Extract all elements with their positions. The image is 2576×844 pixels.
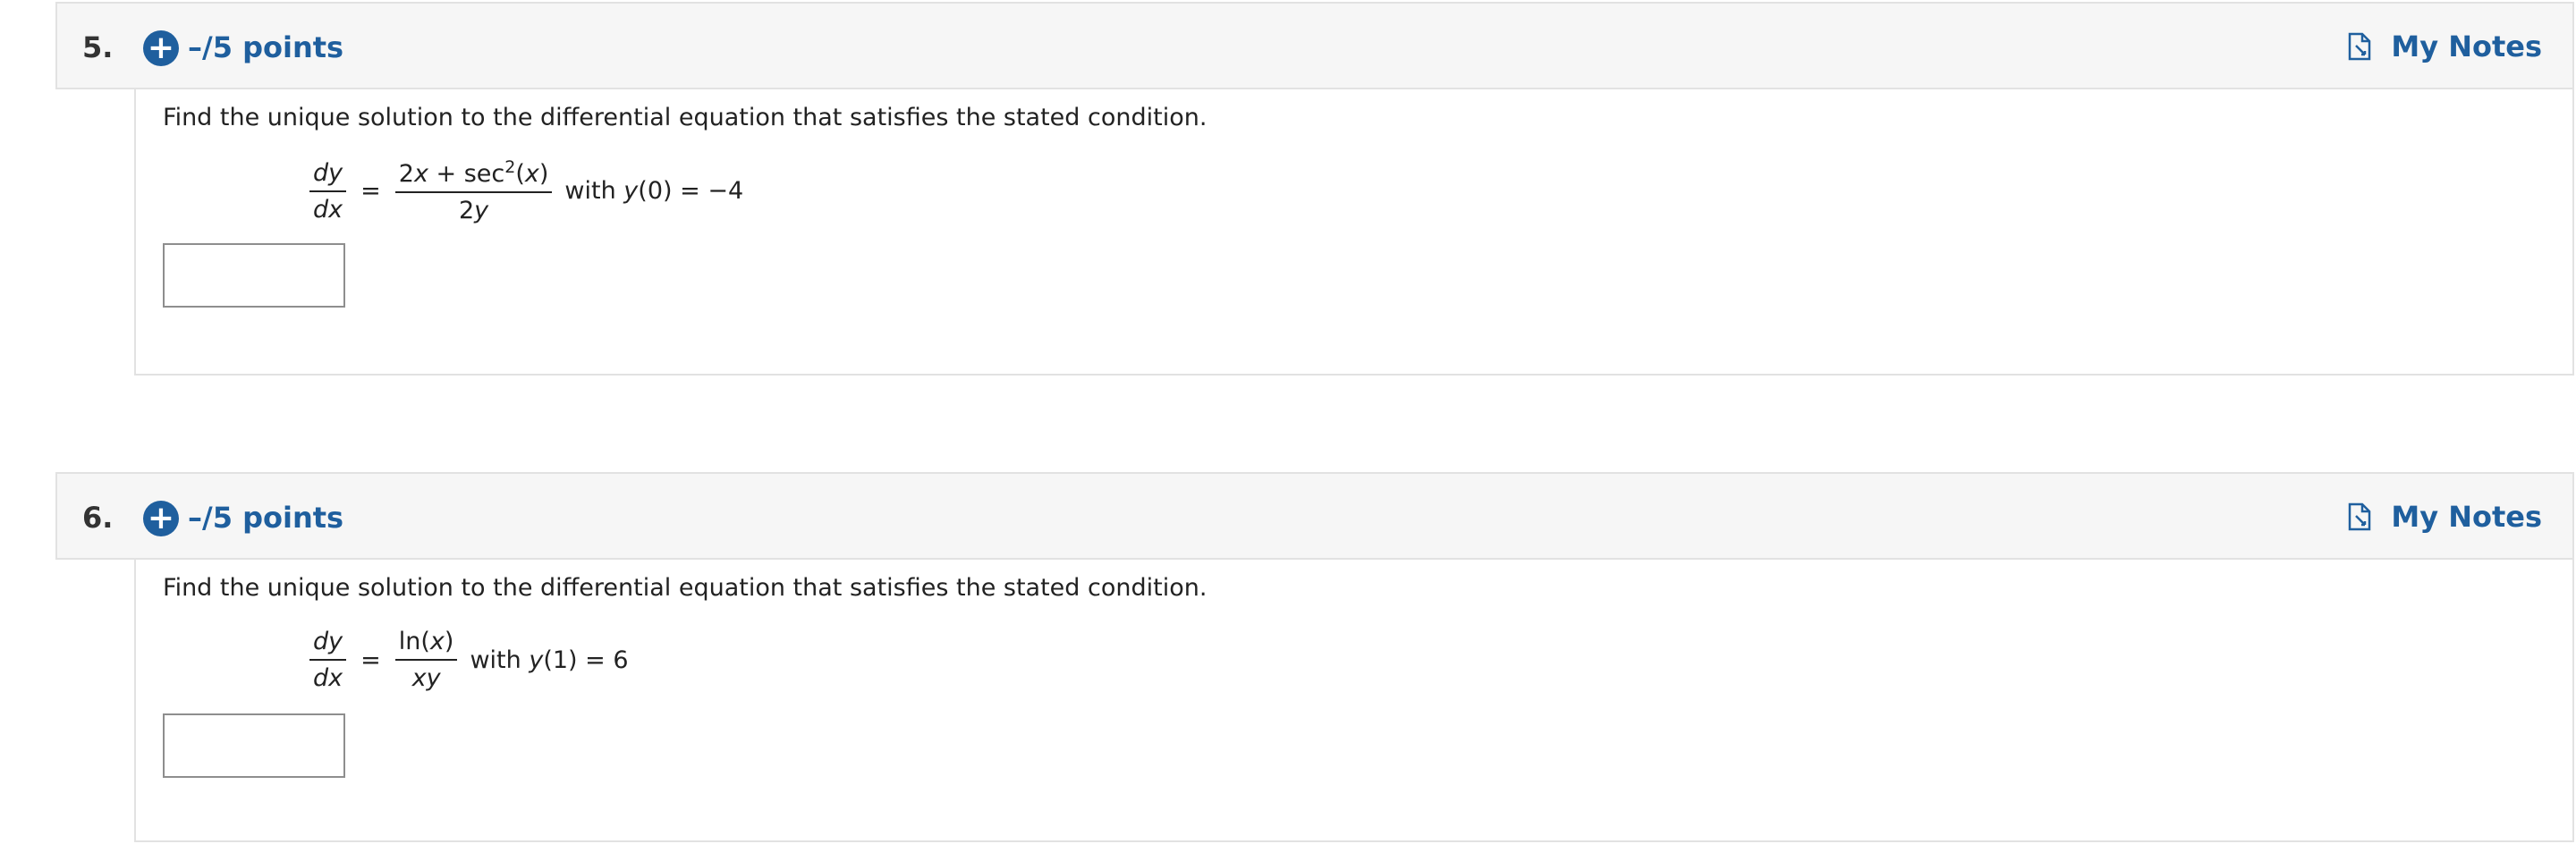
initial-condition: with y(1) = 6 <box>470 646 629 674</box>
rhs-fraction: 2x + sec2(x) 2y <box>394 157 553 224</box>
my-notes-button[interactable]: My Notes <box>2346 30 2542 63</box>
equals-sign: = <box>360 177 381 205</box>
points-link[interactable]: –/5 points <box>188 30 343 64</box>
note-document-icon <box>2349 32 2371 61</box>
question-header: 6. + –/5 points My Notes <box>55 472 2574 560</box>
lhs-fraction: dy dx <box>309 159 347 224</box>
lhs-fraction: dy dx <box>309 628 347 692</box>
rhs-fraction: ln(x) xy <box>394 628 458 692</box>
answer-input[interactable] <box>163 243 345 308</box>
question-prompt: Find the unique solution to the differen… <box>163 104 1208 131</box>
initial-condition: with y(0) = −4 <box>564 177 744 205</box>
rhs-numerator: ln(x) <box>394 628 458 661</box>
question-body: Find the unique solution to the differen… <box>134 89 2574 376</box>
my-notes-label: My Notes <box>2391 30 2542 63</box>
question-prompt: Find the unique solution to the differen… <box>163 574 1208 602</box>
equals-sign: = <box>360 646 381 674</box>
lhs-numerator: dy <box>309 628 347 661</box>
question-number: 5. <box>82 30 114 64</box>
question-number: 6. <box>82 501 114 535</box>
question-body: Find the unique solution to the differen… <box>134 560 2574 842</box>
plus-circle-icon[interactable]: + <box>143 501 179 536</box>
differential-equation: dy dx = 2x + sec2(x) 2y with y(0) = −4 <box>304 157 743 224</box>
lhs-denominator: dx <box>313 195 343 224</box>
lhs-numerator: dy <box>309 159 347 192</box>
note-document-icon <box>2349 502 2371 531</box>
rhs-denominator: xy <box>411 664 441 692</box>
differential-equation: dy dx = ln(x) xy with y(1) = 6 <box>304 628 629 692</box>
my-notes-button[interactable]: My Notes <box>2346 500 2542 534</box>
my-notes-label: My Notes <box>2391 500 2542 534</box>
answer-input[interactable] <box>163 713 345 778</box>
lhs-denominator: dx <box>313 664 343 692</box>
rhs-numerator: 2x + sec2(x) <box>394 157 553 193</box>
question-header: 5. + –/5 points My Notes <box>55 2 2574 89</box>
plus-circle-icon[interactable]: + <box>143 30 179 66</box>
points-link[interactable]: –/5 points <box>188 501 343 535</box>
rhs-denominator: 2y <box>458 197 489 224</box>
